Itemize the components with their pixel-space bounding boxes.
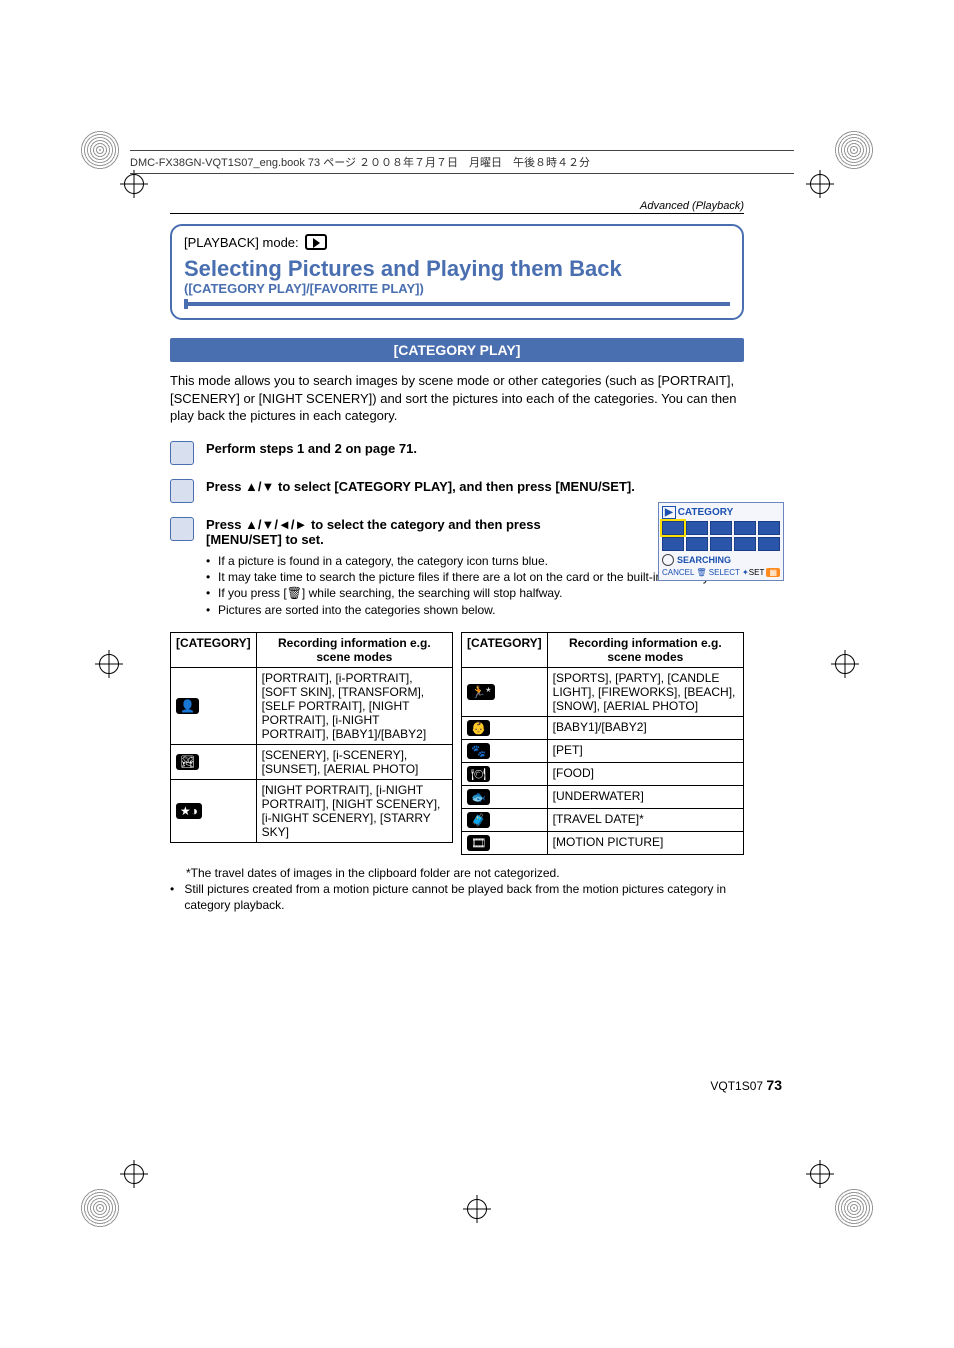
travel-icon: 🧳 (467, 812, 490, 828)
cell: [TRAVEL DATE]* (547, 808, 743, 831)
portrait-icon: 👤 (176, 698, 199, 714)
cell: [PET] (547, 739, 743, 762)
intro-text: This mode allows you to search images by… (170, 372, 744, 425)
osd-cancel: CANCEL (662, 568, 694, 577)
pet-icon: 🐾 (467, 743, 490, 759)
scenery-icon: 🏞 (176, 754, 199, 770)
table-row: 👤 [PORTRAIT], [i-PORTRAIT], [SOFT SKIN], … (171, 667, 453, 744)
night-icon: ★◑ (176, 803, 202, 819)
col-header-category: [CATEGORY] (462, 632, 548, 667)
breadcrumb: Advanced (Playback) (170, 200, 744, 214)
footnotes: *The travel dates of images in the clipb… (170, 865, 744, 914)
note: If a picture is found in a category, the… (218, 553, 548, 569)
table-row: 🏃* [SPORTS], [PARTY], [CANDLE LIGHT], [FI… (462, 667, 744, 716)
osd-category-grid (662, 521, 780, 551)
doc-code: VQT1S07 (710, 1079, 763, 1093)
table-row: 🎞 [MOTION PICTURE] (462, 831, 744, 854)
note: Pictures are sorted into the categories … (218, 602, 496, 618)
baby-icon: 👶 (467, 720, 490, 736)
col-header-info: Recording information e.g. scene modes (547, 632, 743, 667)
step-bullet-icon (170, 479, 194, 503)
footnote-2: Still pictures created from a motion pic… (184, 881, 744, 913)
mode-label: [PLAYBACK] mode: (184, 235, 299, 250)
note: If you press [🗑] while searching, the se… (218, 585, 563, 601)
menu-set-icon: ▦ (766, 568, 780, 577)
osd-title: CATEGORY (678, 507, 734, 518)
step-2-text: Press ▲/▼ to select [CATEGORY PLAY], and… (206, 479, 744, 494)
playback-icon (305, 234, 327, 250)
playback-mode-icon: ▶ (662, 506, 676, 519)
table-row: 🏞 [SCENERY], [i-SCENERY], [SUNSET], [AERI… (171, 744, 453, 779)
table-row: 🐟 [UNDERWATER] (462, 785, 744, 808)
osd-select: SELECT (709, 568, 740, 577)
page-footer: VQT1S07 73 (710, 1077, 782, 1093)
underwater-icon: 🐟 (467, 789, 490, 805)
page-title: Selecting Pictures and Playing them Back (184, 256, 730, 281)
camera-osd-screenshot: ▶CATEGORY SEARCHING CANCEL 🗑 SELECT ✦ SE… (658, 502, 784, 581)
footnote-1: *The travel dates of images in the clipb… (186, 865, 560, 881)
note: It may take time to search the picture f… (218, 569, 711, 585)
spinner-icon (662, 554, 674, 566)
print-header-line: DMC-FX38GN-VQT1S07_eng.book 73 ページ ２００８年… (130, 150, 794, 174)
table-row: 🍽 [FOOD] (462, 762, 744, 785)
step-2: Press ▲/▼ to select [CATEGORY PLAY], and… (170, 479, 744, 503)
step-bullet-icon (170, 441, 194, 465)
cell: [SCENERY], [i-SCENERY], [SUNSET], [AERIA… (256, 744, 452, 779)
page-number: 73 (766, 1077, 782, 1093)
step-1: Perform steps 1 and 2 on page 71. (170, 441, 744, 465)
step-1-text: Perform steps 1 and 2 on page 71. (206, 441, 744, 456)
title-box: [PLAYBACK] mode: Selecting Pictures and … (170, 224, 744, 320)
cell: [BABY1]/[BABY2] (547, 716, 743, 739)
step-bullet-icon (170, 517, 194, 541)
cell: [SPORTS], [PARTY], [CANDLE LIGHT], [FIRE… (547, 667, 743, 716)
category-table-left: [CATEGORY] Recording information e.g. sc… (170, 632, 453, 843)
cell: [UNDERWATER] (547, 785, 743, 808)
category-table-right: [CATEGORY] Recording information e.g. sc… (461, 632, 744, 855)
cell: [FOOD] (547, 762, 743, 785)
table-row: ★◑ [NIGHT PORTRAIT], [i-NIGHT PORTRAIT], … (171, 779, 453, 842)
cell: [PORTRAIT], [i-PORTRAIT], [SOFT SKIN], [… (256, 667, 452, 744)
col-header-info: Recording information e.g. scene modes (256, 632, 452, 667)
osd-searching: SEARCHING (677, 555, 780, 565)
step-3-title: Press ▲/▼/◄/► to select the category and… (206, 517, 586, 547)
osd-set-label: SET (749, 568, 764, 577)
cell: [NIGHT PORTRAIT], [i-NIGHT PORTRAIT], [N… (256, 779, 452, 842)
events-icon: 🏃* (467, 684, 495, 700)
food-icon: 🍽 (467, 766, 490, 782)
category-tables: [CATEGORY] Recording information e.g. sc… (170, 632, 744, 855)
page-subtitle: ([CATEGORY PLAY]/[FAVORITE PLAY]) (184, 281, 730, 296)
motion-picture-icon: 🎞 (467, 835, 490, 851)
title-divider (184, 302, 730, 306)
table-row: 👶 [BABY1]/[BABY2] (462, 716, 744, 739)
cell: [MOTION PICTURE] (547, 831, 743, 854)
table-row: 🧳 [TRAVEL DATE]* (462, 808, 744, 831)
col-header-category: [CATEGORY] (171, 632, 257, 667)
section-heading: [CATEGORY PLAY] (170, 338, 744, 362)
table-row: 🐾 [PET] (462, 739, 744, 762)
